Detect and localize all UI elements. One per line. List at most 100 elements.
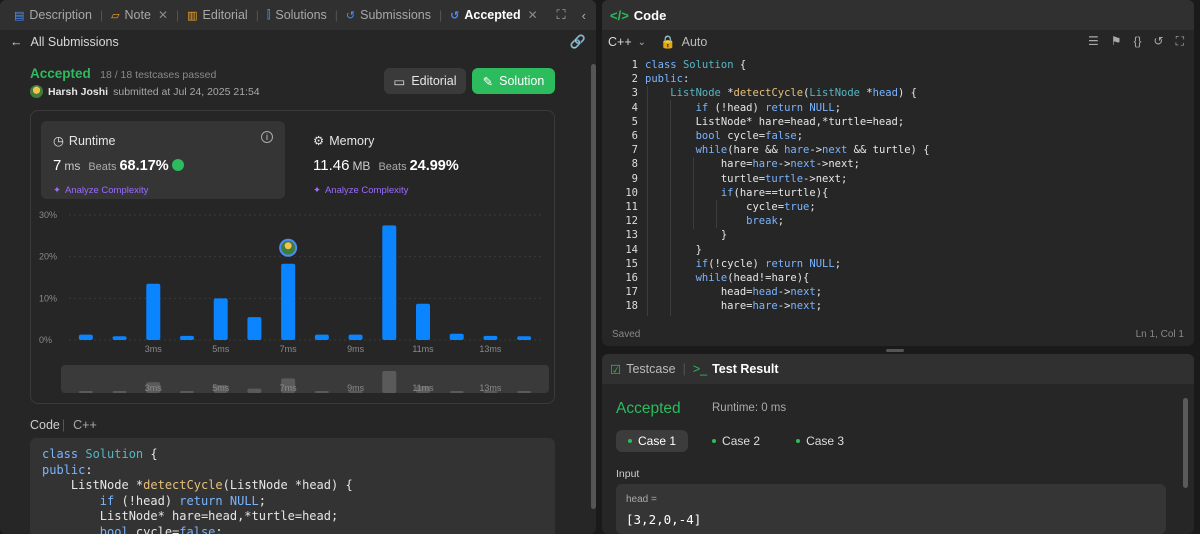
memory-card[interactable]: ⚙ Memory 11.46 MB Beats 24.99% ✦ Analyze Co… (301, 121, 545, 199)
case-tab-1[interactable]: Case 1 (616, 430, 689, 452)
chart-bar[interactable] (281, 263, 296, 340)
left-scrollbar[interactable] (590, 64, 596, 534)
horizontal-splitter[interactable] (886, 349, 904, 352)
overview-bar (112, 391, 127, 393)
tab-note[interactable]: ▱ Note ✕ (105, 0, 174, 30)
tab-test-result[interactable]: Test Result (712, 362, 778, 376)
x-tick-label: 3ms (145, 344, 163, 354)
code-text: class Solution { public: ListNode *detec… (645, 59, 930, 313)
close-icon[interactable]: ✕ (528, 8, 538, 22)
chart-bar[interactable] (146, 283, 161, 340)
close-icon[interactable]: ✕ (158, 8, 168, 22)
avatar-marker-face (284, 242, 292, 250)
runtime-card[interactable]: ◷ Runtime i 7 ms Beats 68.17% ✦ Analyze Com… (41, 121, 285, 199)
braces-icon[interactable]: {} (1134, 34, 1142, 49)
analyze-label: Analyze Complexity (324, 185, 409, 196)
runtime-title: ◷ Runtime (53, 133, 116, 149)
editorial-button-label: Editorial (411, 74, 457, 88)
overview-bar (180, 391, 194, 393)
y-tick-label: 30% (39, 210, 57, 220)
tab-solutions[interactable]: ⫿ Solutions (261, 0, 333, 30)
tab-accepted[interactable]: ↺ Accepted ✕ (444, 0, 544, 30)
x-tick-label: 13ms (479, 344, 502, 354)
input-value[interactable]: [3,2,0,-4] (626, 512, 701, 527)
code-editor[interactable]: 1 2 3 4 5 6 7 8 9 10 11 12 13 14 15 16 17 18 class Soluti… (602, 58, 1188, 316)
code-icon: </> (610, 7, 629, 23)
test-panel-scrollbar[interactable] (1183, 398, 1188, 488)
lock-icon: 🔒 (660, 34, 676, 49)
chart-bar[interactable] (382, 225, 397, 340)
chevron-down-icon[interactable]: ⌄ (638, 37, 646, 48)
chart-bar[interactable] (348, 334, 363, 340)
auto-mode[interactable]: Auto (682, 35, 708, 49)
editorial-button[interactable]: ▭ Editorial (384, 68, 466, 94)
sparkle-icon: ✦ (313, 185, 321, 196)
memory-title: ⚙ Memory (313, 133, 374, 149)
tab-label: Description (29, 8, 92, 22)
case-label: Case 1 (638, 434, 677, 448)
memory-beats: 24.99% (409, 158, 459, 174)
testcases-passed: 18 / 18 testcases passed (100, 69, 217, 81)
chart-bar[interactable] (78, 334, 93, 340)
case-label: Case 2 (722, 434, 761, 448)
chart-overview (61, 365, 549, 393)
bookmark-icon[interactable]: ⚑ (1111, 34, 1122, 49)
overview-bar (78, 391, 93, 393)
format-icon[interactable]: ☰ (1088, 34, 1099, 49)
code-panel-title: Code (633, 7, 667, 23)
tab-testcase[interactable]: Testcase (626, 362, 675, 376)
analyze-complexity-link[interactable]: ✦ Analyze Complexity (313, 185, 408, 196)
language-select[interactable]: C++ (608, 35, 632, 49)
info-icon[interactable]: i (261, 131, 273, 143)
case-tab-3[interactable]: Case 3 (784, 430, 856, 452)
panel-tabs: ▤ Description | ▱ Note ✕ | ▥ Editorial |… (0, 0, 596, 30)
maximize-icon[interactable]: ⛶ (557, 7, 566, 23)
chevron-left-icon[interactable]: ‹ (582, 8, 586, 23)
tab-description[interactable]: ▤ Description (8, 0, 98, 30)
tab-submissions[interactable]: ↺ Submissions (340, 0, 437, 30)
fullscreen-icon[interactable]: ⛶ (1176, 34, 1184, 49)
tab-editorial[interactable]: ▥ Editorial (181, 0, 254, 30)
result-status: Accepted (616, 400, 681, 417)
beats-label: Beats (88, 161, 117, 173)
all-submissions-link[interactable]: All Submissions (31, 35, 119, 49)
chart-bar[interactable] (112, 336, 127, 340)
clock-icon: ◷ (53, 134, 64, 148)
case-tab-2[interactable]: Case 2 (700, 430, 772, 452)
author-name[interactable]: Harsh Joshi (48, 86, 108, 98)
reset-icon[interactable]: ↺ (1154, 34, 1164, 49)
link-icon[interactable]: 🔗 (570, 34, 586, 50)
memory-number: 11.46 (313, 157, 350, 174)
submitted-code[interactable]: class Solution { public: ListNode *detec… (30, 438, 555, 534)
tab-label: Submissions (360, 8, 432, 22)
chart-bar[interactable] (247, 317, 262, 340)
overview-tick-label: 5ms (212, 383, 230, 393)
solution-button[interactable]: ✎ Solution (472, 68, 555, 94)
edit-icon: ✎ (482, 74, 494, 89)
result-runtime: Runtime: 0 ms (712, 402, 787, 414)
chart-bar[interactable] (517, 336, 532, 340)
analyze-complexity-link[interactable]: ✦ Analyze Complexity (53, 185, 148, 196)
avatar[interactable] (30, 85, 43, 98)
chart-bar[interactable] (416, 303, 430, 340)
x-tick-label: 11ms (412, 344, 434, 354)
runtime-title-label: Runtime (68, 133, 116, 148)
chart-bar[interactable] (314, 334, 329, 340)
chart-bar[interactable] (213, 298, 228, 340)
arrow-left-icon[interactable]: ← (10, 35, 23, 49)
chart-bar[interactable] (449, 333, 464, 340)
terminal-icon: >_ (692, 362, 708, 376)
runtime-value: 7 ms Beats 68.17% (53, 157, 184, 174)
chart-bar[interactable] (483, 335, 498, 340)
overview-tick-label: 13ms (479, 383, 502, 393)
accepted-icon: ↺ (450, 9, 460, 22)
submitted-time: submitted at Jul 24, 2025 21:54 (113, 85, 260, 98)
code-editor-panel: </> Code C++ ⌄ 🔒 Auto ☰ ⚑ {} ↺ ⛶ 1234567… (602, 0, 1194, 346)
test-result-panel: ☑ Testcase | >_ Test Result Accepted Run… (602, 354, 1194, 534)
runtime-distribution-chart[interactable]: 30% 20% 10% 0% 3ms 5ms 7ms 9ms 11ms 13ms 3ms 5ms 7ms… (31, 207, 556, 405)
code-label: Code (30, 418, 60, 432)
code-language: C++ (73, 418, 97, 432)
input-box: head = [3,2,0,-4] (616, 484, 1166, 534)
chart-bar[interactable] (180, 335, 194, 340)
x-tick-label: 9ms (347, 344, 365, 354)
